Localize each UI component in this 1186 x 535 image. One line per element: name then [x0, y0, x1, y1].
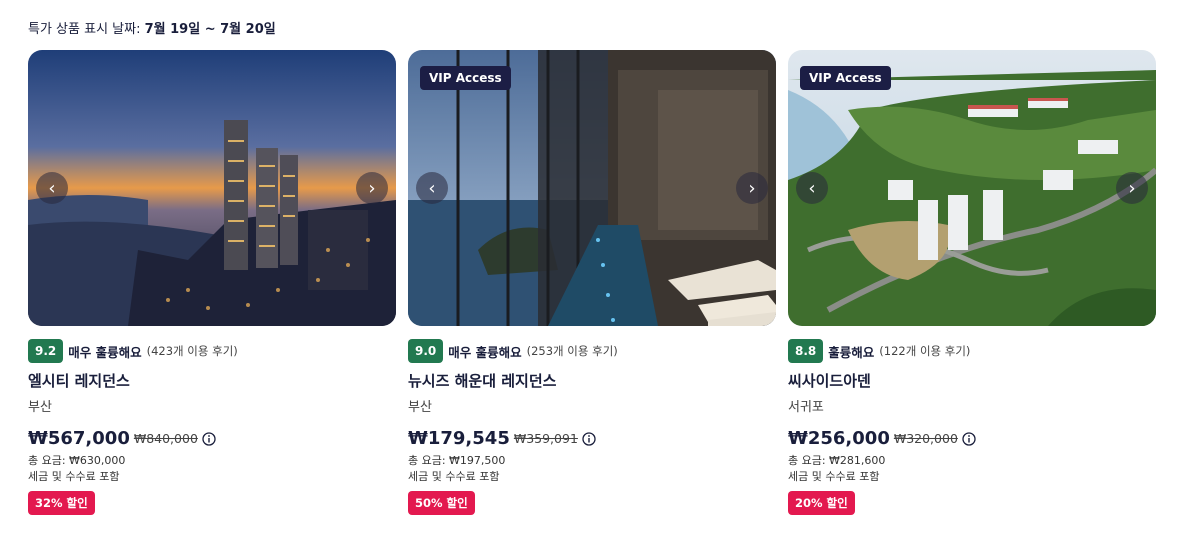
info-icon[interactable] [962, 431, 976, 446]
review-count: (423개 이용 후기) [146, 344, 238, 358]
chevron-left-icon: ‹ [808, 177, 816, 199]
info-icon[interactable] [582, 431, 596, 446]
city-skyline-photo [28, 50, 396, 326]
next-photo-button[interactable]: › [356, 172, 388, 204]
property-location: 서귀포 [788, 400, 824, 415]
property-card[interactable]: ‹ › 9.2 매우 훌륭해요 (423개 이용 후기) 엘시티 레지던스 부산… [28, 50, 396, 515]
info-icon[interactable] [202, 431, 216, 446]
total-price: 총 요금: ₩630,000 [28, 454, 126, 467]
coastal-resort-aerial-photo [788, 50, 1156, 326]
chevron-right-icon: › [748, 177, 756, 199]
current-price: ₩567,000 [28, 428, 130, 449]
previous-photo-button[interactable]: ‹ [796, 172, 828, 204]
deal-dates-range: 7월 19일 ~ 7월 20일 [144, 22, 276, 37]
next-photo-button[interactable]: › [1116, 172, 1148, 204]
property-location: 부산 [408, 400, 432, 415]
rating-label: 훌륭해요 [828, 344, 875, 360]
previous-photo-button[interactable]: ‹ [416, 172, 448, 204]
vip-access-badge: VIP Access [420, 66, 511, 90]
rating-label: 매우 훌륭해요 [68, 344, 142, 360]
review-count: (122개 이용 후기) [879, 344, 971, 358]
discount-badge: 20% 할인 [788, 491, 855, 515]
chevron-right-icon: › [1128, 177, 1136, 199]
total-price: 총 요금: ₩197,500 [408, 454, 506, 467]
discount-badge: 50% 할인 [408, 491, 475, 515]
tax-note: 세금 및 수수료 포함 [28, 470, 120, 483]
next-photo-button[interactable]: › [736, 172, 768, 204]
original-price: ₩359,091 [513, 431, 578, 446]
tax-note: 세금 및 수수료 포함 [408, 470, 500, 483]
property-location: 부산 [28, 400, 52, 415]
rating: 9.0 매우 훌륭해요 (253개 이용 후기) [408, 339, 618, 363]
current-price: ₩256,000 [788, 428, 890, 449]
property-photo[interactable]: ‹ › [28, 50, 396, 326]
rating-score-badge: 9.0 [408, 339, 444, 363]
property-name[interactable]: 뉴시즈 해운대 레지던스 [408, 370, 556, 391]
chevron-right-icon: › [368, 177, 376, 199]
property-card[interactable]: VIP Access ‹ › 9.0 매우 훌륭해요 (253개 이용 후기) … [408, 50, 776, 515]
deal-dates-header: 특가 상품 표시 날짜: 7월 19일 ~ 7월 20일 [28, 18, 276, 37]
current-price: ₩179,545 [408, 428, 510, 449]
property-photo[interactable]: VIP Access ‹ › [408, 50, 776, 326]
review-count: (253개 이용 후기) [526, 344, 618, 358]
original-price: ₩320,000 [893, 431, 958, 446]
previous-photo-button[interactable]: ‹ [36, 172, 68, 204]
discount-badge: 32% 할인 [28, 491, 95, 515]
price-row: ₩256,000 ₩320,000 [788, 428, 976, 449]
rating: 9.2 매우 훌륭해요 (423개 이용 후기) [28, 339, 238, 363]
tax-note: 세금 및 수수료 포함 [788, 470, 880, 483]
original-price: ₩840,000 [133, 431, 198, 446]
chevron-left-icon: ‹ [48, 177, 56, 199]
price-row: ₩179,545 ₩359,091 [408, 428, 596, 449]
rating-score-badge: 8.8 [788, 339, 824, 363]
property-name[interactable]: 엘시티 레지던스 [28, 370, 130, 391]
rating-score-badge: 9.2 [28, 339, 64, 363]
vip-access-badge: VIP Access [800, 66, 891, 90]
rating: 8.8 훌륭해요 (122개 이용 후기) [788, 339, 970, 363]
infinity-pool-photo [408, 50, 776, 326]
chevron-left-icon: ‹ [428, 177, 436, 199]
total-price: 총 요금: ₩281,600 [788, 454, 886, 467]
price-row: ₩567,000 ₩840,000 [28, 428, 216, 449]
property-card[interactable]: VIP Access ‹ › 8.8 훌륭해요 (122개 이용 후기) 씨사이… [788, 50, 1156, 515]
property-photo[interactable]: VIP Access ‹ › [788, 50, 1156, 326]
deal-dates-prefix: 특가 상품 표시 날짜: [28, 22, 145, 37]
property-name[interactable]: 씨사이드아덴 [788, 370, 871, 391]
rating-label: 매우 훌륭해요 [448, 344, 522, 360]
